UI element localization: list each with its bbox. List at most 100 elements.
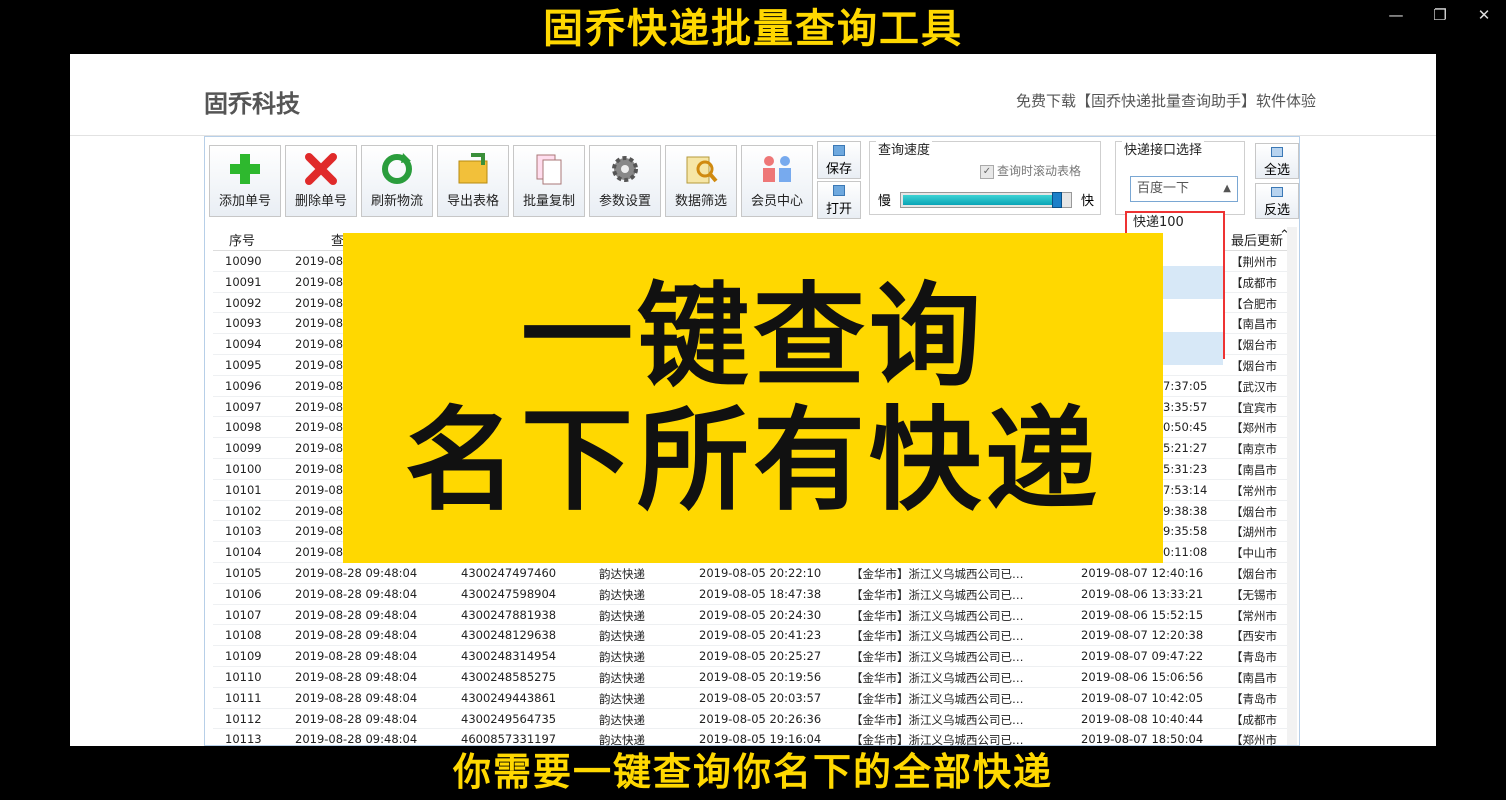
cell-id: 10102 xyxy=(225,503,262,518)
cell-id: 10092 xyxy=(225,295,262,310)
toolbar-button-label: 参数设置 xyxy=(598,194,651,209)
promo-link[interactable]: 免费下载【固乔快递批量查询助手】软件体验 xyxy=(1016,90,1316,111)
cell-city: 【烟台市 xyxy=(1231,567,1277,581)
cell-send-time: 2019-08-05 20:19:56 xyxy=(699,670,822,684)
table-row[interactable]: 10108 2019-08-28 09:48:04 4300248129638 韵达快… xyxy=(213,625,1291,647)
table-row[interactable]: 10109 2019-08-28 09:48:04 4300248314954 韵达快… xyxy=(213,646,1291,667)
cell-courier: 韵达快递 xyxy=(599,608,645,623)
toolbar-button-copy[interactable]: 批量复制 xyxy=(513,145,585,217)
cell-tracking-number: 4300247497460 xyxy=(461,566,557,580)
cell-last-time: 2019-08-07 12:20:38 xyxy=(1081,628,1204,643)
toolbar-button-delete[interactable]: 删除单号 xyxy=(285,145,357,217)
cell-logistics-info: 【金华市】浙江义乌城西公司已… xyxy=(851,671,1024,685)
table-row[interactable]: 10112 2019-08-28 09:48:04 4300249564735 韵达快… xyxy=(213,709,1291,730)
cell-last-time: 2019-08-07 10:42:05 xyxy=(1081,690,1204,705)
save-icon xyxy=(833,145,845,156)
open-button[interactable]: 打开 xyxy=(817,181,861,219)
cell-query-time: 2019-08- xyxy=(295,358,348,372)
toolbar-button-refresh[interactable]: 刷新物流 xyxy=(361,145,433,217)
cell-send-time: 2019-08-05 20:03:57 xyxy=(699,690,822,705)
cell-id: 10090 xyxy=(225,254,262,268)
invert-label: 反选 xyxy=(1263,203,1290,218)
cell-id: 10104 xyxy=(225,545,262,560)
cell-query-time: 2019-08- xyxy=(295,545,348,560)
export-icon xyxy=(453,151,493,187)
header-id[interactable]: 序号 xyxy=(229,230,255,249)
cell-id: 10101 xyxy=(225,482,262,497)
cell-last-time: 9:38:38 xyxy=(1163,503,1208,518)
cell-id: 10111 xyxy=(225,690,262,705)
cell-query-time: 2019-08- xyxy=(295,274,348,289)
cell-last-time: 9:35:58 xyxy=(1163,524,1208,539)
select-all-button[interactable]: 全选 xyxy=(1255,143,1299,179)
speed-slider[interactable] xyxy=(900,192,1072,208)
overlay-line-2: 名下所有快递 xyxy=(405,395,1101,526)
refresh-icon xyxy=(377,151,417,187)
cell-id: 10093 xyxy=(225,316,262,331)
cell-query-time: 2019-08- xyxy=(295,254,348,268)
cell-tracking-number: 4600857331197 xyxy=(461,732,557,746)
cell-id: 10097 xyxy=(225,399,262,414)
toolbar-button-label: 删除单号 xyxy=(294,194,347,209)
cell-id: 10107 xyxy=(225,607,262,622)
cell-query-time: 2019-08-28 09:48:04 xyxy=(295,586,418,601)
table-row[interactable]: 10105 2019-08-28 09:48:04 4300247497460 韵达快… xyxy=(213,563,1291,584)
speed-title: 查询速度 xyxy=(876,139,933,158)
interface-select[interactable]: 百度一下 ▲ xyxy=(1130,176,1238,202)
cell-query-time: 2019-08- xyxy=(295,399,348,414)
cell-id: 10105 xyxy=(225,566,262,580)
cell-city: 【武汉市 xyxy=(1231,379,1277,394)
restore-button[interactable]: ❐ xyxy=(1418,0,1462,30)
filter-icon xyxy=(681,151,721,187)
cell-last-time: 2019-08-07 12:40:16 xyxy=(1081,566,1204,580)
cell-last-time: 2019-08-06 13:33:21 xyxy=(1081,586,1204,601)
invert-selection-button[interactable]: 反选 xyxy=(1255,183,1299,219)
minimize-button[interactable]: — xyxy=(1374,0,1418,30)
save-button[interactable]: 保存 xyxy=(817,141,861,179)
toolbar-button-members[interactable]: 会员中心 xyxy=(741,145,813,217)
cell-query-time: 2019-08- xyxy=(295,337,348,352)
cell-query-time: 2019-08- xyxy=(295,524,348,539)
cell-query-time: 2019-08- xyxy=(295,441,348,456)
select-all-label: 全选 xyxy=(1263,163,1290,178)
open-label: 打开 xyxy=(825,202,852,217)
cell-city: 【宜宾市 xyxy=(1231,400,1277,415)
fast-label: 快 xyxy=(1080,194,1094,209)
cell-id: 10096 xyxy=(225,378,262,393)
cell-query-time: 2019-08- xyxy=(295,503,348,518)
table-row[interactable]: 10106 2019-08-28 09:48:04 4300247598904 韵达快… xyxy=(213,584,1291,605)
cell-last-time: 7:37:05 xyxy=(1163,378,1208,393)
cell-logistics-info: 【金华市】浙江义乌城西公司已… xyxy=(851,629,1024,644)
table-row[interactable]: 10107 2019-08-28 09:48:04 4300247881938 韵达快… xyxy=(213,605,1291,626)
table-row[interactable]: 10113 2019-08-28 09:48:04 4600857331197 韵达快… xyxy=(213,729,1291,746)
cell-id: 10099 xyxy=(225,441,262,456)
dropdown-arrow-icon: ▲ xyxy=(1223,183,1231,194)
cell-city: 【常州市 xyxy=(1231,483,1277,498)
cell-id: 10091 xyxy=(225,274,262,289)
cell-last-time: 2019-08-06 15:52:15 xyxy=(1081,607,1204,622)
toolbar-button-add[interactable]: 添加单号 xyxy=(209,145,281,217)
add-icon xyxy=(225,151,265,187)
cell-courier: 韵达快递 xyxy=(599,587,645,602)
cell-last-time: 2019-08-08 10:40:44 xyxy=(1081,711,1204,726)
cell-id: 10106 xyxy=(225,586,262,601)
select-all-icon xyxy=(1271,147,1283,157)
interface-option[interactable]: 快递100 xyxy=(1127,213,1223,233)
speed-slider-fill xyxy=(903,195,1054,205)
toolbar-button-gear[interactable]: 参数设置 xyxy=(589,145,661,217)
cell-city: 【烟台市 xyxy=(1231,359,1277,373)
cell-logistics-info: 【金华市】浙江义乌城西公司已… xyxy=(851,587,1024,602)
toolbar-button-export[interactable]: 导出表格 xyxy=(437,145,509,217)
speed-slider-handle[interactable] xyxy=(1052,192,1062,208)
toolbar-button-filter[interactable]: 数据筛选 xyxy=(665,145,737,217)
header-last-update[interactable]: 最后更新 xyxy=(1231,230,1283,249)
close-button[interactable]: ✕ xyxy=(1462,0,1506,30)
cell-last-time: 5:31:23 xyxy=(1163,462,1208,476)
scroll-checkbox[interactable]: ✓ 查询时滚动表格 xyxy=(980,162,1081,179)
table-row[interactable]: 10110 2019-08-28 09:48:04 4300248585275 韵达快… xyxy=(213,667,1291,688)
table-scrollbar[interactable] xyxy=(1287,227,1297,745)
toolbar-button-label: 批量复制 xyxy=(522,194,575,209)
table-row[interactable]: 10111 2019-08-28 09:48:04 4300249443861 韵达快… xyxy=(213,688,1291,709)
selection-buttons: 全选 反选 xyxy=(1255,143,1299,223)
cell-id: 10109 xyxy=(225,649,262,664)
